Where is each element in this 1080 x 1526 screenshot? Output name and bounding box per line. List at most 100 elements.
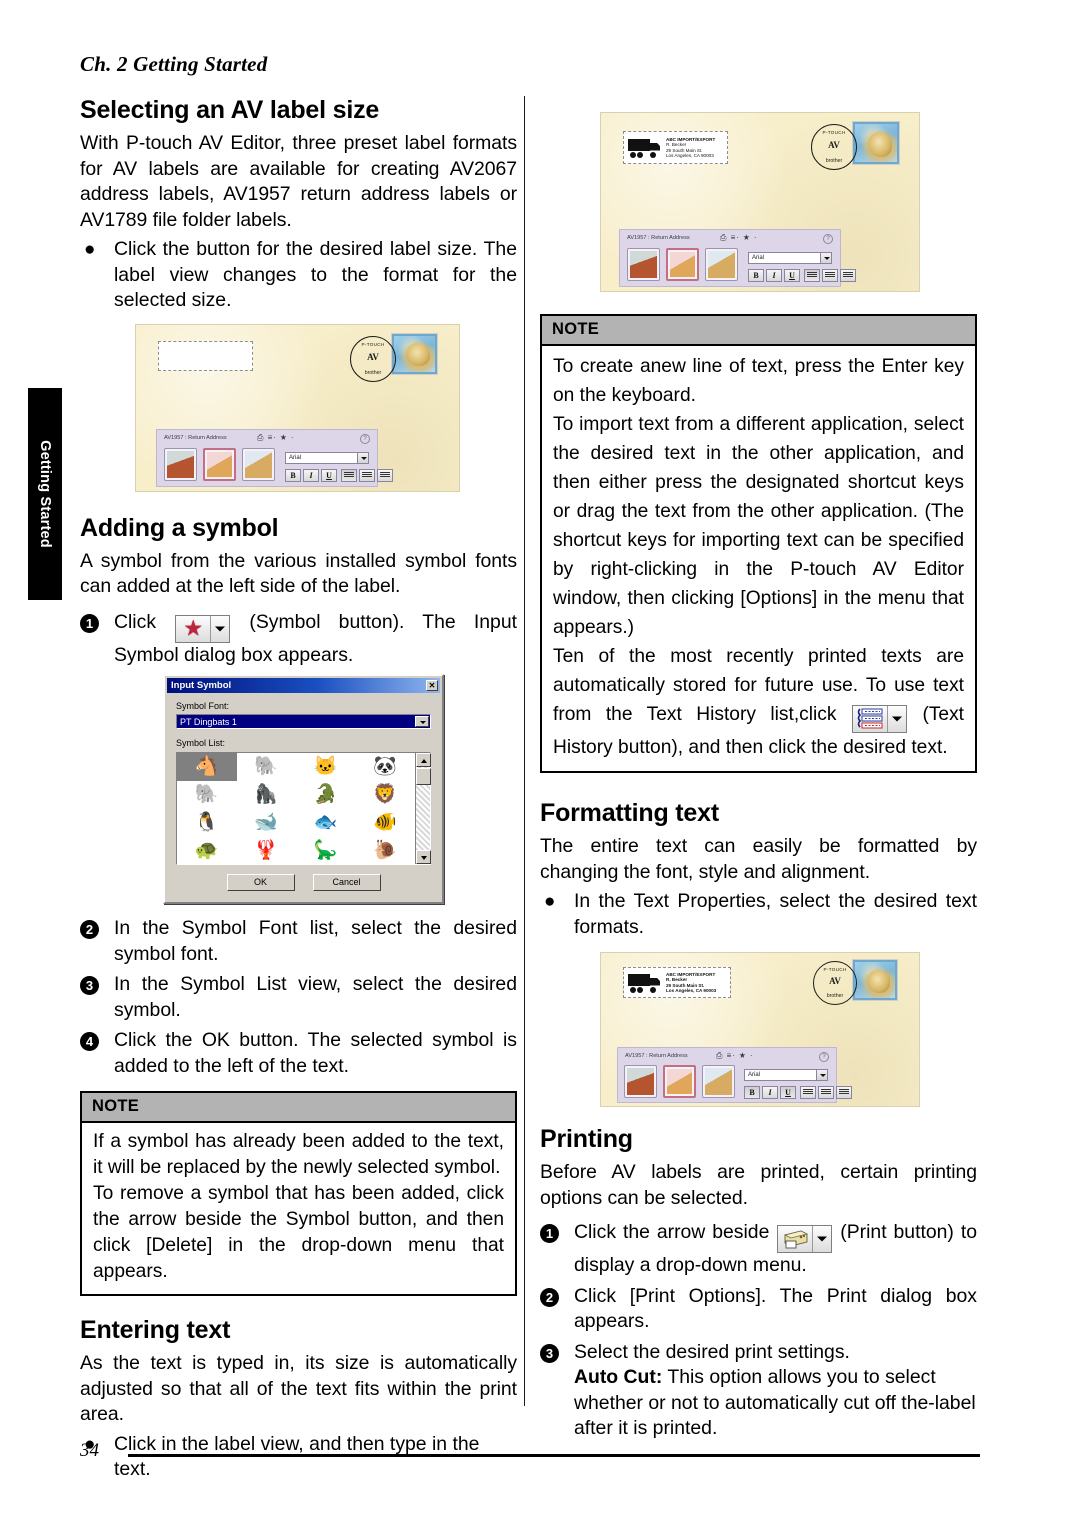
font-name-dropdown-3[interactable]: Arial <box>744 1069 828 1081</box>
bold-button-2[interactable]: B <box>748 269 764 282</box>
symbol-cell[interactable]: 🐊 <box>296 781 356 809</box>
ok-button[interactable]: OK <box>226 874 295 891</box>
print-step-2-text: Click [Print Options]. The Print dialog … <box>574 1284 977 1333</box>
align-left-button[interactable] <box>341 468 357 482</box>
toolbar-title-3: AV1957 : Return Address <box>625 1053 688 1059</box>
label-format-tile-file-folder-2[interactable] <box>705 248 738 281</box>
bold-button[interactable]: B <box>285 468 301 482</box>
symbol-cell[interactable]: 🐼 <box>356 753 416 781</box>
heading-entering-text: Entering text <box>80 1316 231 1344</box>
symbol-list-scrollbar[interactable] <box>415 753 431 864</box>
align-center-icon-2 <box>825 272 835 277</box>
help-icon[interactable]: ? <box>360 433 370 444</box>
scroll-up-icon[interactable] <box>416 753 431 767</box>
symbol-list-panel[interactable]: 🐴 🐘 🐱 🐼 🐘 🦍 🐊 🦁 🐧 🐋 🐟 🐠 🐢 🦞 🦕 🐌 <box>176 752 431 865</box>
align-center-button-3[interactable] <box>818 1086 834 1099</box>
label-format-tile-file-folder-3[interactable] <box>702 1065 735 1098</box>
text-properties-toolbar-3[interactable]: AV1957 : Return Address ⎙ ≡· ★ · ? Arial… <box>617 1047 852 1103</box>
page-number: 34 <box>80 1440 99 1461</box>
symbol-cell[interactable]: 🦞 <box>237 836 297 864</box>
symbol-cell[interactable]: 🐘 <box>177 781 237 809</box>
label-format-tile-return-address[interactable] <box>203 447 236 481</box>
step-number-badge: 4 <box>80 1028 114 1051</box>
align-left-icon <box>344 471 354 477</box>
underline-button-2[interactable]: U <box>784 269 800 282</box>
align-right-button-2[interactable] <box>840 269 856 282</box>
print-dropdown-arrow-icon[interactable] <box>813 1226 831 1252</box>
symbol-cell[interactable]: 🐠 <box>356 809 416 837</box>
symbol-font-dropdown-arrow-icon[interactable] <box>415 716 429 727</box>
label-format-tile-return-address-2[interactable] <box>666 248 699 281</box>
bullet-text-formatting: In the Text Properties, select the desir… <box>574 890 977 938</box>
label-format-tile-address[interactable] <box>164 447 197 481</box>
bullet-item-label-size: ● Click the button for the desired label… <box>80 237 517 314</box>
scroll-thumb[interactable] <box>416 768 431 785</box>
symbol-cell[interactable]: 🐧 <box>177 809 237 837</box>
font-name-dropdown-2[interactable]: Arial <box>748 252 832 264</box>
step-number-2: 2 <box>80 920 99 939</box>
italic-button[interactable]: I <box>303 468 319 482</box>
align-center-button[interactable] <box>359 468 375 482</box>
symbol-cell[interactable]: 🐘 <box>237 753 297 781</box>
toolbar-icon-group-2[interactable]: ⎙ ≡· ★ · <box>720 233 758 243</box>
text-properties-toolbar[interactable]: AV1957 : Return Address ⎙ ≡· ★ · ? Arial… <box>156 428 393 487</box>
align-right-button-3[interactable] <box>836 1086 852 1099</box>
label-address-box-formatted[interactable]: ABC IMPORT/EXPORT R. Becker 29 South Mai… <box>623 967 731 998</box>
left-steps-list: 2 In the Symbol Font list, select the des… <box>80 916 517 1079</box>
symbol-step: 3 In the Symbol List view, select the des… <box>80 972 517 1023</box>
label-format-tile-file-folder[interactable] <box>242 447 275 481</box>
cancel-button[interactable]: Cancel <box>312 874 381 891</box>
label-address-box[interactable]: ABC IMPORT/EXPORT R. Becker 29 South Mai… <box>623 131 728 164</box>
align-left-button-3[interactable] <box>800 1086 816 1099</box>
symbol-cell[interactable]: 🐟 <box>296 809 356 837</box>
underline-button[interactable]: U <box>321 468 337 482</box>
symbol-cell[interactable]: 🐱 <box>296 753 356 781</box>
align-center-icon <box>362 471 372 477</box>
bold-button-3[interactable]: B <box>744 1086 760 1099</box>
align-center-button-2[interactable] <box>822 269 838 282</box>
print-step-3-text: Select the desired print settings. Auto … <box>574 1340 977 1442</box>
symbol-font-select[interactable]: PT Dingbats 1 <box>176 714 431 729</box>
symbol-cell[interactable]: 🦕 <box>296 836 356 864</box>
symbol-button[interactable]: ★ <box>175 614 231 643</box>
font-dropdown-arrow-icon-3[interactable] <box>816 1070 827 1080</box>
input-symbol-dialog[interactable]: Input Symbol ✕ Symbol Font: PT Dingbats … <box>163 674 444 904</box>
print-button[interactable] <box>777 1225 833 1253</box>
underline-button-3[interactable]: U <box>780 1086 796 1099</box>
toolbar-icon-group[interactable]: ⎙ ≡· ★ · <box>257 433 295 443</box>
help-icon-3[interactable]: ? <box>819 1052 829 1062</box>
align-right-button[interactable] <box>377 468 393 482</box>
font-name-value-3: Arial <box>748 1072 761 1078</box>
text-history-dropdown-arrow-icon[interactable] <box>888 706 906 732</box>
bullet-item-entering-text: ● Click in the label view, and then type… <box>80 1432 517 1483</box>
symbol-cell[interactable]: 🐋 <box>237 809 297 837</box>
postmark-av-text-2: AV <box>828 140 840 150</box>
toolbar-icon-group-3[interactable]: ⎙ ≡· ★ · <box>716 1051 754 1061</box>
font-dropdown-arrow-icon[interactable] <box>357 452 368 463</box>
label-format-tile-return-address-3[interactable] <box>663 1065 696 1098</box>
postmark-top-text-2: P-TOUCH <box>822 130 846 135</box>
symbol-cell[interactable]: 🐢 <box>177 836 237 864</box>
scroll-down-icon[interactable] <box>416 850 431 864</box>
symbol-cell[interactable]: 🦍 <box>237 781 297 809</box>
align-left-button-2[interactable] <box>804 269 820 282</box>
step-number-badge: 1 <box>80 610 114 633</box>
symbol-cell[interactable]: 🦁 <box>356 781 416 809</box>
symbol-grid[interactable]: 🐴 🐘 🐱 🐼 🐘 🦍 🐊 🦁 🐧 🐋 🐟 🐠 🐢 🦞 🦕 🐌 <box>177 753 415 864</box>
font-dropdown-arrow-icon-2[interactable] <box>820 253 831 263</box>
help-icon-2[interactable]: ? <box>823 234 833 244</box>
column-divider <box>524 96 525 1406</box>
text-history-button[interactable] <box>851 705 907 733</box>
italic-button-3[interactable]: I <box>762 1086 778 1099</box>
symbol-cell[interactable]: 🐌 <box>356 836 416 864</box>
close-icon[interactable]: ✕ <box>426 680 438 691</box>
label-format-tile-address-2[interactable] <box>627 248 660 281</box>
italic-button-2[interactable]: I <box>766 269 782 282</box>
printer-icon <box>778 1226 812 1252</box>
label-format-tile-address-3[interactable] <box>624 1065 657 1098</box>
text-properties-toolbar-2[interactable]: AV1957 : Return Address ⎙ ≡· ★ · ? Arial… <box>619 229 856 287</box>
symbol-dropdown-arrow-icon[interactable] <box>211 616 229 642</box>
print-step-1-badge: 1 <box>540 1220 574 1243</box>
symbol-cell[interactable]: 🐴 <box>177 753 237 781</box>
font-name-dropdown[interactable]: Arial <box>285 451 369 464</box>
